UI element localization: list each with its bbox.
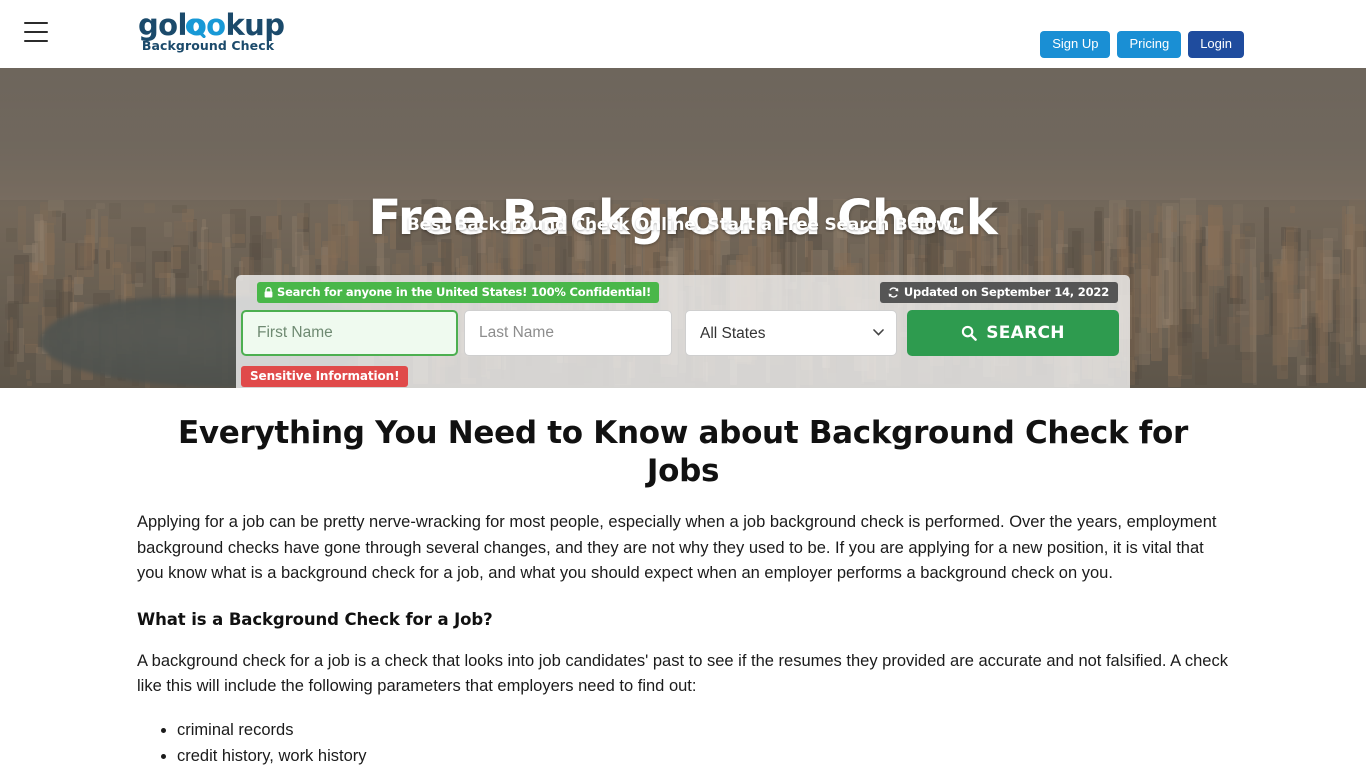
- hamburger-menu-icon[interactable]: [24, 22, 48, 42]
- hero-banner: Free Background Check Best Background Ch…: [0, 68, 1366, 388]
- search-form: All States SEARCH: [241, 310, 1125, 356]
- last-name-input[interactable]: [464, 310, 672, 356]
- login-button[interactable]: Login: [1188, 31, 1244, 58]
- header-actions: Sign Up Pricing Login: [1040, 31, 1244, 58]
- site-logo[interactable]: golookup Background Check: [138, 10, 285, 53]
- article-subheading: What is a Background Check for a Job?: [137, 609, 493, 629]
- lock-icon: [264, 286, 273, 297]
- hamburger-bar: [24, 22, 48, 24]
- article-paragraph-1: Applying for a job can be pretty nerve-w…: [137, 513, 1217, 582]
- article-paragraph-2: A background check for a job is a check …: [137, 651, 1228, 696]
- hamburger-bar: [24, 40, 48, 42]
- sensitive-information-badge: Sensitive Information!: [241, 366, 409, 387]
- article-bullet-list: criminal recordscredit history, work his…: [137, 717, 1229, 768]
- sign-up-button[interactable]: Sign Up: [1040, 31, 1111, 58]
- pricing-button[interactable]: Pricing: [1117, 31, 1182, 58]
- search-panel-badges: Search for anyone in the United States! …: [248, 282, 1118, 303]
- list-item: credit history, work history: [177, 743, 1229, 768]
- updated-badge: Updated on September 14, 2022: [879, 282, 1118, 303]
- state-select-wrapper: All States: [685, 310, 897, 356]
- state-select[interactable]: All States: [685, 310, 897, 356]
- sync-icon: [888, 286, 899, 298]
- list-item: criminal records: [177, 717, 1229, 743]
- first-name-input[interactable]: [241, 310, 458, 356]
- hero-subtitle: Best Background Check Online. Start a Fr…: [406, 215, 960, 235]
- logo-wordmark: golookup: [138, 8, 285, 42]
- article-heading: Everything You Need to Know about Backgr…: [178, 415, 1188, 489]
- search-button-label: SEARCH: [986, 323, 1065, 343]
- updated-badge-text: Updated on September 14, 2022: [903, 285, 1109, 299]
- search-button[interactable]: SEARCH: [907, 310, 1119, 356]
- confidential-badge: Search for anyone in the United States! …: [257, 282, 659, 303]
- article-container: Everything You Need to Know about Backgr…: [137, 388, 1229, 768]
- confidential-badge-text: Search for anyone in the United States! …: [277, 285, 651, 299]
- logo-text-lens: oo: [186, 8, 226, 42]
- logo-text-part1: gol: [138, 8, 187, 42]
- search-icon: [962, 325, 977, 341]
- site-header: golookup Background Check Sign Up Pricin…: [0, 0, 1366, 68]
- hamburger-bar: [24, 31, 48, 33]
- logo-text-part2: kup: [225, 8, 285, 42]
- article-section: Everything You Need to Know about Backgr…: [0, 388, 1366, 768]
